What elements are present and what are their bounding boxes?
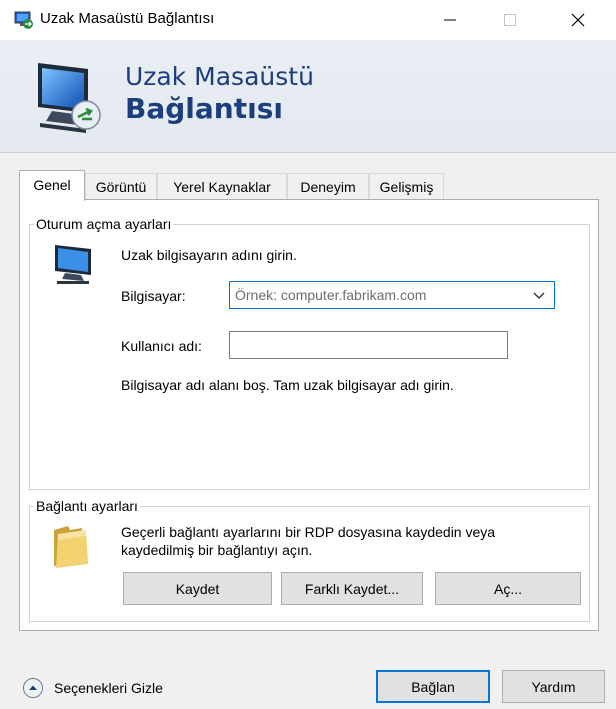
banner-title-line1: Uzak Masaüstü	[125, 62, 314, 91]
folder-icon	[52, 524, 92, 568]
help-button[interactable]: Yardım	[502, 670, 605, 703]
chevron-up-circle-icon	[23, 678, 43, 698]
connection-description-line2: kaydedilmiş bir bağlantıyı açın.	[121, 542, 313, 558]
tab-display[interactable]: Görüntü	[85, 173, 157, 199]
window-title: Uzak Masaüstü Bağlantısı	[40, 10, 215, 27]
chevron-down-icon[interactable]	[530, 286, 548, 304]
username-label: Kullanıcı adı:	[121, 338, 202, 354]
logon-instruction: Uzak bilgisayarın adını girin.	[121, 247, 297, 263]
save-as-button[interactable]: Farklı Kaydet...	[281, 572, 423, 605]
maximize-icon	[504, 14, 516, 26]
computer-icon	[51, 243, 101, 285]
empty-computer-warning: Bilgisayar adı alanı boş. Tam uzak bilgi…	[121, 377, 454, 393]
computer-placeholder: Örnek: computer.fabrikam.com	[235, 287, 427, 303]
tab-local-resources[interactable]: Yerel Kaynaklar	[157, 173, 287, 199]
banner-title-line2: Bağlantısı	[125, 92, 283, 125]
computer-combobox[interactable]: Örnek: computer.fabrikam.com	[229, 281, 555, 309]
username-input[interactable]	[229, 331, 508, 359]
tab-advanced[interactable]: Gelişmiş	[369, 173, 444, 199]
logon-settings-title: Oturum açma ayarları	[36, 216, 172, 232]
tab-experience[interactable]: Deneyim	[287, 173, 369, 199]
close-button[interactable]	[540, 0, 616, 40]
hide-options-label[interactable]: Seçenekleri Gizle	[54, 680, 163, 696]
maximize-button[interactable]	[480, 0, 540, 40]
save-button[interactable]: Kaydet	[123, 572, 272, 605]
connect-button[interactable]: Bağlan	[376, 670, 490, 703]
remote-desktop-computer-icon	[30, 55, 108, 135]
tab-general[interactable]: Genel	[19, 170, 85, 201]
computer-label: Bilgisayar:	[121, 288, 186, 304]
minimize-icon	[444, 19, 456, 21]
connection-settings-title: Bağlantı ayarları	[36, 498, 138, 514]
connection-description-line1: Geçerli bağlantı ayarlarını bir RDP dosy…	[121, 524, 496, 540]
close-icon	[571, 13, 585, 27]
remote-desktop-app-icon	[14, 11, 34, 29]
hide-options-text: Seçenekleri Gizle	[54, 680, 163, 696]
minimize-button[interactable]	[420, 0, 480, 40]
open-button[interactable]: Aç...	[435, 572, 581, 605]
hide-options-toggle[interactable]	[22, 677, 44, 699]
